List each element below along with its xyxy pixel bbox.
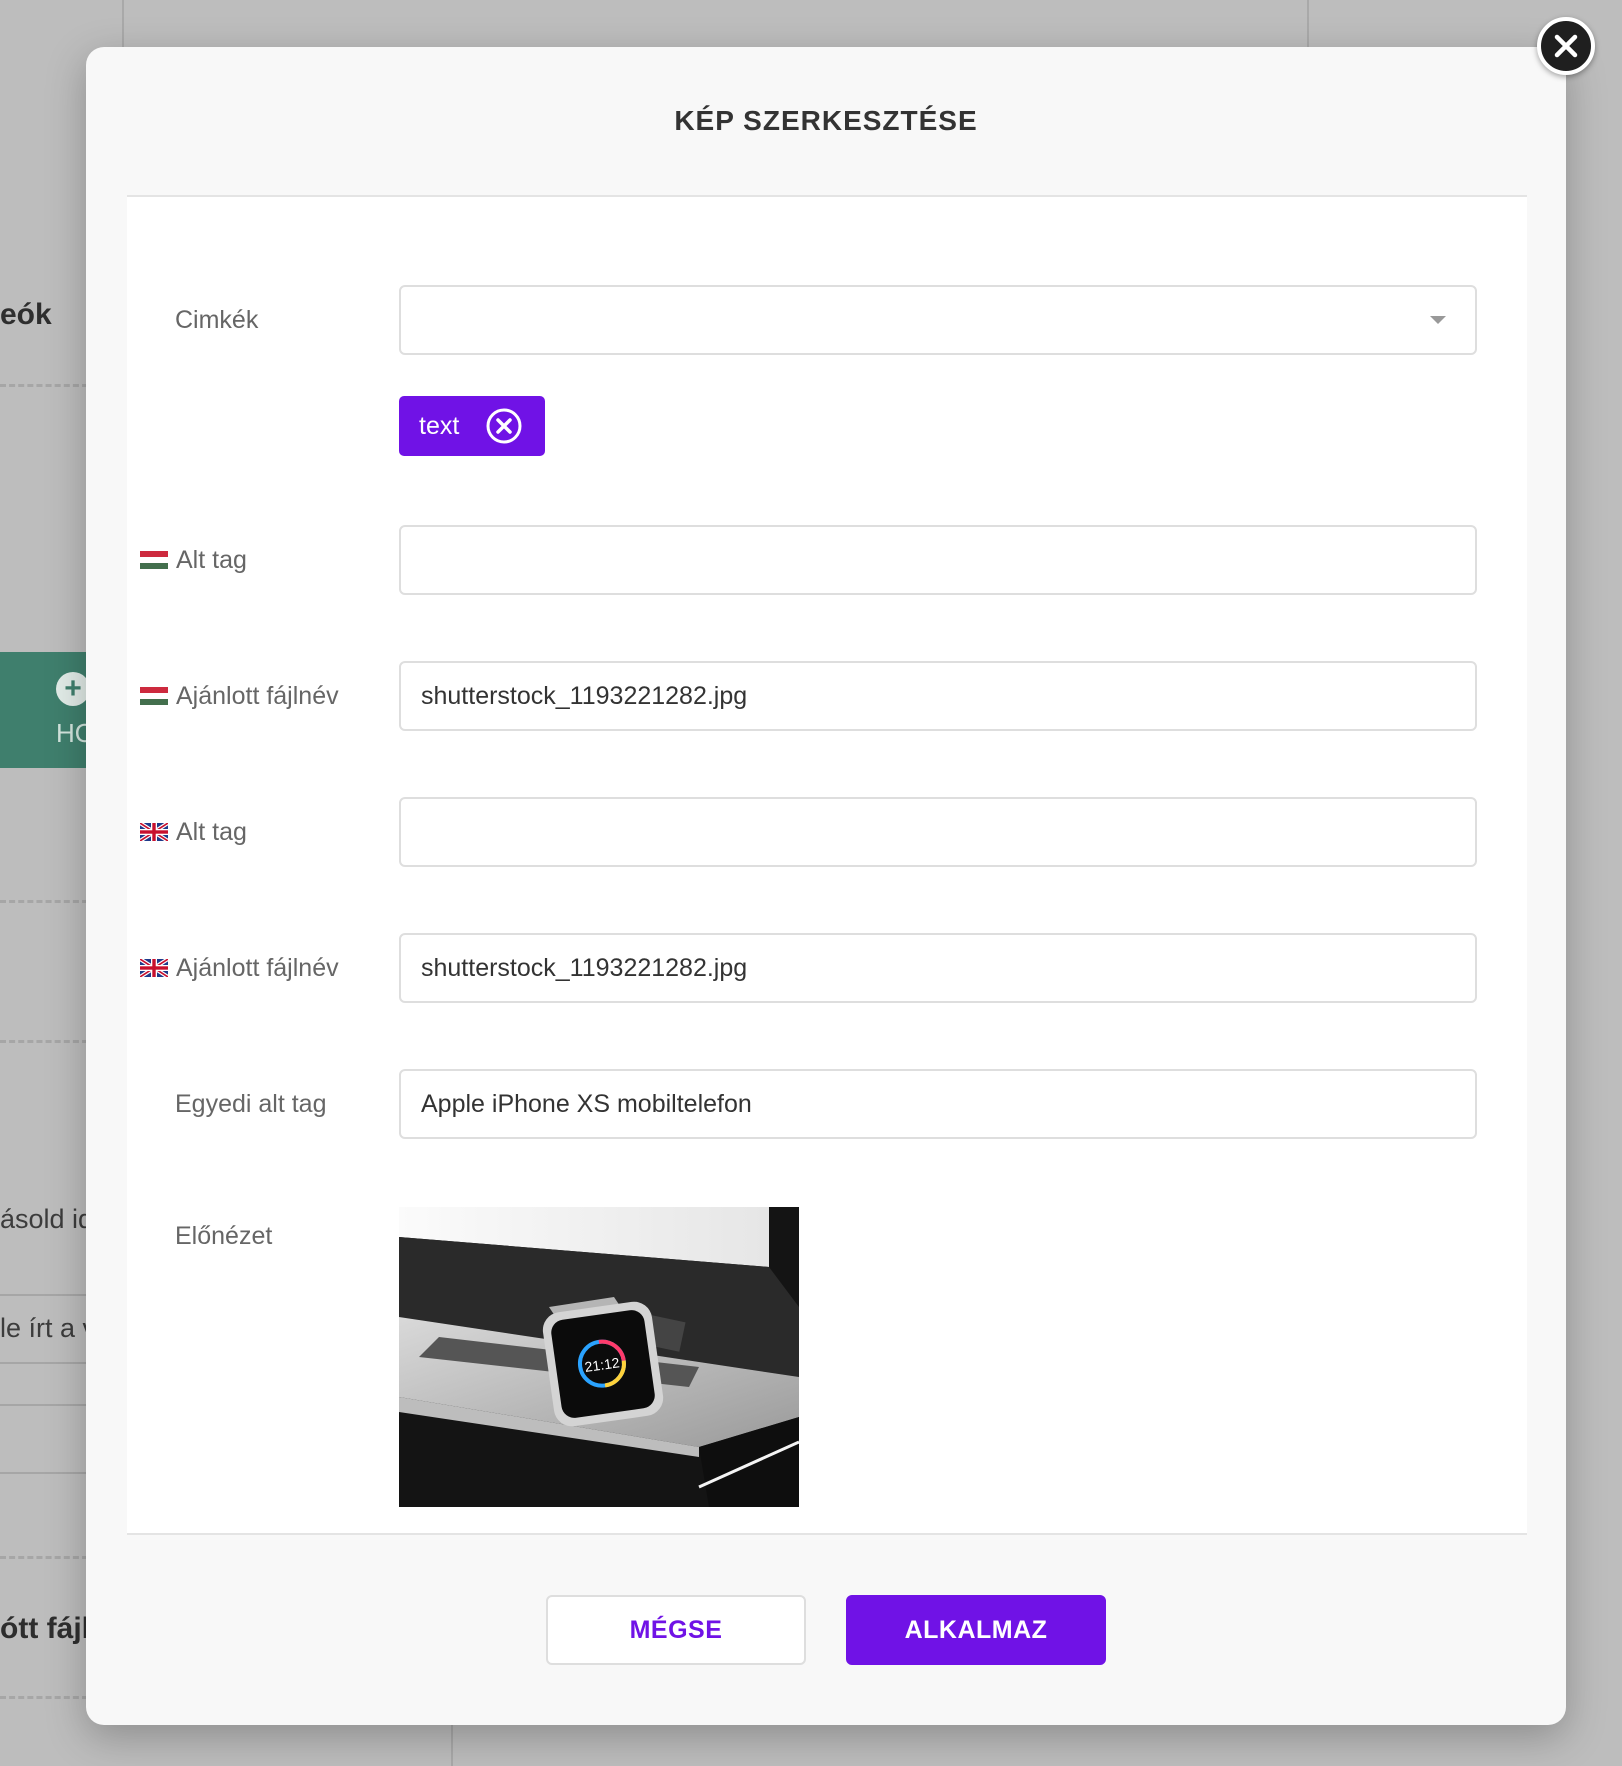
en-alt-tag-row: Alt tag bbox=[127, 797, 1527, 867]
custom-alt-tag-label: Egyedi alt tag bbox=[140, 1069, 327, 1139]
tag-chip-label: text bbox=[419, 411, 460, 440]
en-alt-tag-label: Alt tag bbox=[140, 797, 247, 867]
bg-separator bbox=[0, 384, 88, 387]
en-filename-input[interactable] bbox=[399, 933, 1477, 1003]
chevron-down-icon[interactable] bbox=[1430, 316, 1446, 324]
cancel-button[interactable]: MÉGSE bbox=[546, 1595, 806, 1665]
hu-alt-tag-label-text: Alt tag bbox=[176, 545, 247, 574]
preview-photo: 21:12 bbox=[399, 1207, 799, 1507]
tags-select[interactable] bbox=[399, 285, 1477, 355]
bg-add-button: + HO bbox=[0, 652, 88, 768]
bg-separator bbox=[0, 1472, 88, 1474]
custom-alt-tag-input[interactable] bbox=[399, 1069, 1477, 1139]
custom-alt-tag-row: Egyedi alt tag bbox=[127, 1069, 1527, 1139]
bg-text-fragment: ásold id bbox=[0, 1204, 94, 1234]
edit-image-modal: KÉP SZERKESZTÉSE Cimkék text Alt tag Ajá… bbox=[86, 47, 1566, 1725]
bg-divider bbox=[451, 1725, 453, 1766]
uk-flag-icon bbox=[140, 823, 168, 841]
bg-separator bbox=[0, 1556, 88, 1559]
close-icon[interactable] bbox=[1554, 34, 1578, 58]
uk-flag-icon bbox=[140, 959, 168, 977]
bg-divider bbox=[122, 0, 124, 47]
bg-divider bbox=[1307, 0, 1309, 47]
en-filename-label-text: Ajánlott fájlnév bbox=[176, 953, 339, 982]
hu-filename-label-text: Ajánlott fájlnév bbox=[176, 681, 339, 710]
hu-alt-tag-input[interactable] bbox=[399, 525, 1477, 595]
bg-separator bbox=[0, 1696, 88, 1699]
en-filename-label: Ajánlott fájlnév bbox=[140, 933, 339, 1003]
bg-text-fragment: le írt a v bbox=[0, 1313, 97, 1343]
bg-heading-fragment: ótt fájl bbox=[0, 1612, 90, 1645]
hu-alt-tag-label: Alt tag bbox=[140, 525, 247, 595]
bg-add-button-label: HO bbox=[56, 718, 88, 748]
modal-body: Cimkék text Alt tag Ajánlott fájlnév shu… bbox=[127, 195, 1527, 1535]
hu-filename-input[interactable] bbox=[399, 661, 1477, 731]
plus-icon: + bbox=[56, 672, 88, 706]
close-modal-button[interactable] bbox=[1537, 17, 1595, 75]
bg-separator bbox=[0, 1404, 88, 1406]
en-alt-tag-label-text: Alt tag bbox=[176, 817, 247, 846]
hu-filename-row: Ajánlott fájlnév bbox=[127, 661, 1527, 731]
tags-label: Cimkék bbox=[140, 285, 258, 355]
en-alt-tag-input[interactable] bbox=[399, 797, 1477, 867]
hu-alt-tag-row: Alt tag bbox=[127, 525, 1527, 595]
custom-alt-tag-label-text: Egyedi alt tag bbox=[175, 1089, 327, 1118]
tags-label-text: Cimkék bbox=[175, 305, 259, 334]
bg-separator bbox=[0, 900, 88, 903]
remove-tag-icon[interactable] bbox=[485, 407, 523, 445]
hu-flag-icon bbox=[140, 551, 168, 569]
hu-flag-icon bbox=[140, 687, 168, 705]
tags-row: Cimkék bbox=[127, 285, 1527, 355]
modal-title: KÉP SZERKESZTÉSE bbox=[674, 105, 978, 136]
bg-heading-fragment: eók bbox=[0, 298, 52, 331]
en-filename-row: Ajánlott fájlnév bbox=[127, 933, 1527, 1003]
apply-button[interactable]: ALKALMAZ bbox=[846, 1595, 1106, 1665]
bg-separator bbox=[0, 1362, 88, 1364]
bg-separator bbox=[0, 1294, 88, 1296]
preview-label: Előnézet bbox=[175, 1222, 273, 1250]
tag-chip: text bbox=[399, 396, 545, 456]
preview-image: 21:12 bbox=[399, 1207, 799, 1507]
hu-filename-label: Ajánlott fájlnév bbox=[140, 661, 339, 731]
bg-separator bbox=[0, 1040, 88, 1043]
